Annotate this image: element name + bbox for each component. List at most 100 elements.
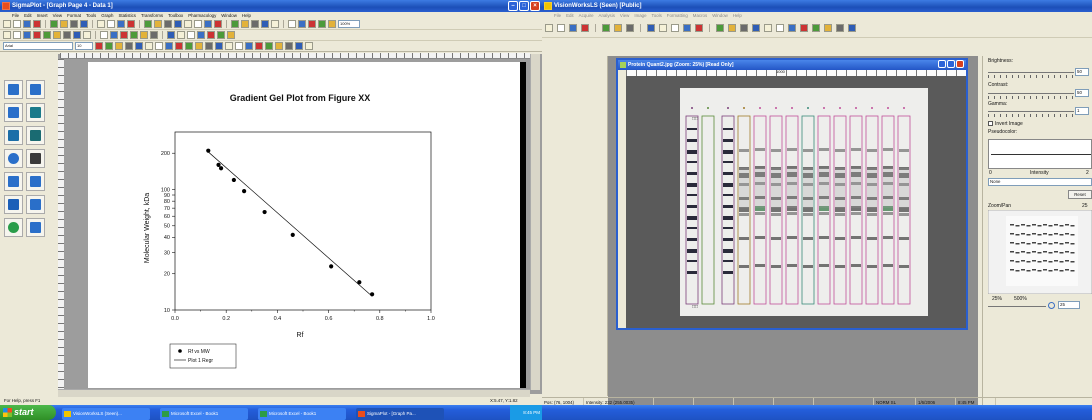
- ternary-plot-icon[interactable]: [4, 172, 23, 191]
- standard-toolbar-button-8[interactable]: [97, 20, 105, 28]
- zoom-magnifier-icon[interactable]: [1048, 302, 1055, 309]
- 3d-plot-icon[interactable]: [26, 149, 45, 168]
- drawing-toolbar-button-15[interactable]: [167, 31, 175, 39]
- visionworks-toolbar-button-20[interactable]: [812, 24, 820, 32]
- sigmaplot-titlebar[interactable]: SigmaPlot - [Graph Page 4 - Data 1] – □ …: [0, 0, 542, 12]
- visionworks-toolbar-button-12[interactable]: [716, 24, 724, 32]
- standard-toolbar-button-7[interactable]: [80, 20, 88, 28]
- line-plot-icon[interactable]: [4, 103, 23, 122]
- box-plot-icon[interactable]: [26, 195, 45, 214]
- visionworks-menu-tools[interactable]: Tools: [652, 12, 662, 19]
- visionworks-titlebar[interactable]: VisionWorksLS (Seen) [Public]: [542, 0, 1092, 12]
- line-scatter-icon[interactable]: [26, 80, 45, 99]
- start-button[interactable]: start: [0, 405, 56, 420]
- format-toolbar-button-15[interactable]: [245, 42, 253, 50]
- visionworks-toolbar-button-5[interactable]: [614, 24, 622, 32]
- pie-chart-icon[interactable]: [4, 218, 23, 237]
- visionworks-toolbar-button-4[interactable]: [602, 24, 610, 32]
- vertical-scrollbar[interactable]: [530, 54, 540, 390]
- maximize-button[interactable]: □: [519, 1, 529, 11]
- gel-image[interactable]: □□ □□: [680, 88, 928, 316]
- sigmaplot-menu-edit[interactable]: Edit: [24, 12, 32, 19]
- standard-toolbar-button-3[interactable]: [33, 20, 41, 28]
- sigmaplot-menu-insert[interactable]: Insert: [37, 12, 48, 19]
- format-toolbar-button-14[interactable]: [235, 42, 243, 50]
- taskbar-button-1[interactable]: Microsoft Excel - Book1: [160, 408, 248, 420]
- standard-toolbar-button-20[interactable]: [231, 20, 239, 28]
- standard-toolbar-button-27[interactable]: [308, 20, 316, 28]
- visionworks-toolbar-button-17[interactable]: [776, 24, 784, 32]
- image-minimize-button[interactable]: [938, 60, 946, 68]
- standard-toolbar-button-14[interactable]: [164, 20, 172, 28]
- drawing-toolbar-button-18[interactable]: [197, 31, 205, 39]
- drawing-toolbar-button-10[interactable]: [110, 31, 118, 39]
- close-button[interactable]: ×: [530, 1, 540, 11]
- format-toolbar-button-8[interactable]: [175, 42, 183, 50]
- invert-image-checkbox[interactable]: [988, 121, 993, 126]
- drawing-toolbar-button-3[interactable]: [33, 31, 41, 39]
- standard-toolbar-button-21[interactable]: [241, 20, 249, 28]
- drawing-toolbar-button-20[interactable]: [217, 31, 225, 39]
- format-toolbar-button-3[interactable]: [125, 42, 133, 50]
- visionworks-toolbar-button-11[interactable]: [695, 24, 703, 32]
- format-toolbar-button-5[interactable]: [145, 42, 153, 50]
- horizontal-scrollbar[interactable]: [58, 389, 530, 397]
- format-toolbar-button-6[interactable]: [155, 42, 163, 50]
- font-name-combo[interactable]: Arial: [3, 42, 73, 50]
- format-toolbar-button-10[interactable]: [195, 42, 203, 50]
- image-maximize-button[interactable]: [947, 60, 955, 68]
- scatter-plot-icon[interactable]: [4, 80, 23, 99]
- standard-toolbar-button-29[interactable]: [328, 20, 336, 28]
- visionworks-toolbar-button-0[interactable]: [545, 24, 553, 32]
- drawing-toolbar-button-8[interactable]: [83, 31, 91, 39]
- standard-toolbar-button-1[interactable]: [13, 20, 21, 28]
- standard-toolbar-button-24[interactable]: [271, 20, 279, 28]
- drawing-toolbar-button-7[interactable]: [73, 31, 81, 39]
- format-toolbar-button-17[interactable]: [265, 42, 273, 50]
- format-toolbar-button-19[interactable]: [285, 42, 293, 50]
- visionworks-menu-acquire[interactable]: Acquire: [579, 12, 594, 19]
- drawing-toolbar-button-1[interactable]: [13, 31, 21, 39]
- standard-toolbar-button-23[interactable]: [261, 20, 269, 28]
- visionworks-toolbar-button-22[interactable]: [836, 24, 844, 32]
- standard-toolbar-button-26[interactable]: [298, 20, 306, 28]
- sigmaplot-menu-toolbox[interactable]: Toolbox: [168, 12, 183, 19]
- format-toolbar-button-7[interactable]: [165, 42, 173, 50]
- contrast-slider[interactable]: [988, 93, 1074, 94]
- visionworks-toolbar-button-2[interactable]: [569, 24, 577, 32]
- zoom-combo[interactable]: 100%: [338, 20, 360, 28]
- drawing-toolbar-button-12[interactable]: [130, 31, 138, 39]
- drawing-toolbar-button-19[interactable]: [207, 31, 215, 39]
- format-toolbar-button-16[interactable]: [255, 42, 263, 50]
- standard-toolbar-button-10[interactable]: [117, 20, 125, 28]
- visionworks-toolbar-button-10[interactable]: [683, 24, 691, 32]
- bar-chart-icon[interactable]: [4, 126, 23, 145]
- drawing-toolbar-button-13[interactable]: [140, 31, 148, 39]
- standard-toolbar-button-2[interactable]: [23, 20, 31, 28]
- reset-button[interactable]: Reset: [1068, 190, 1092, 199]
- visionworks-menu-help[interactable]: Help: [733, 12, 742, 19]
- standard-toolbar-button-19[interactable]: [214, 20, 222, 28]
- format-toolbar-button-1[interactable]: [105, 42, 113, 50]
- vertical-bar-icon[interactable]: [26, 172, 45, 191]
- visionworks-menu-macros[interactable]: Macros: [693, 12, 707, 19]
- sigmaplot-menu-graph[interactable]: Graph: [101, 12, 113, 19]
- drawing-toolbar-button-2[interactable]: [23, 31, 31, 39]
- zoom-value-select[interactable]: 25: [1058, 301, 1080, 309]
- area-plot-icon[interactable]: [26, 103, 45, 122]
- visionworks-toolbar-button-19[interactable]: [800, 24, 808, 32]
- polar-plot-icon[interactable]: [4, 149, 23, 168]
- format-toolbar-button-13[interactable]: [225, 42, 233, 50]
- format-toolbar-button-18[interactable]: [275, 42, 283, 50]
- standard-toolbar-button-4[interactable]: [50, 20, 58, 28]
- format-toolbar-button-4[interactable]: [135, 42, 143, 50]
- visionworks-menu-analysis[interactable]: Analysis: [599, 12, 615, 19]
- standard-toolbar-button-15[interactable]: [174, 20, 182, 28]
- standard-toolbar-button-17[interactable]: [194, 20, 202, 28]
- visionworks-toolbar-button-14[interactable]: [740, 24, 748, 32]
- sigmaplot-menu-transforms[interactable]: Transforms: [141, 12, 163, 19]
- format-toolbar-button-21[interactable]: [305, 42, 313, 50]
- gamma-slider[interactable]: [988, 111, 1074, 112]
- visionworks-toolbar-button-16[interactable]: [764, 24, 772, 32]
- contour-icon[interactable]: [26, 218, 45, 237]
